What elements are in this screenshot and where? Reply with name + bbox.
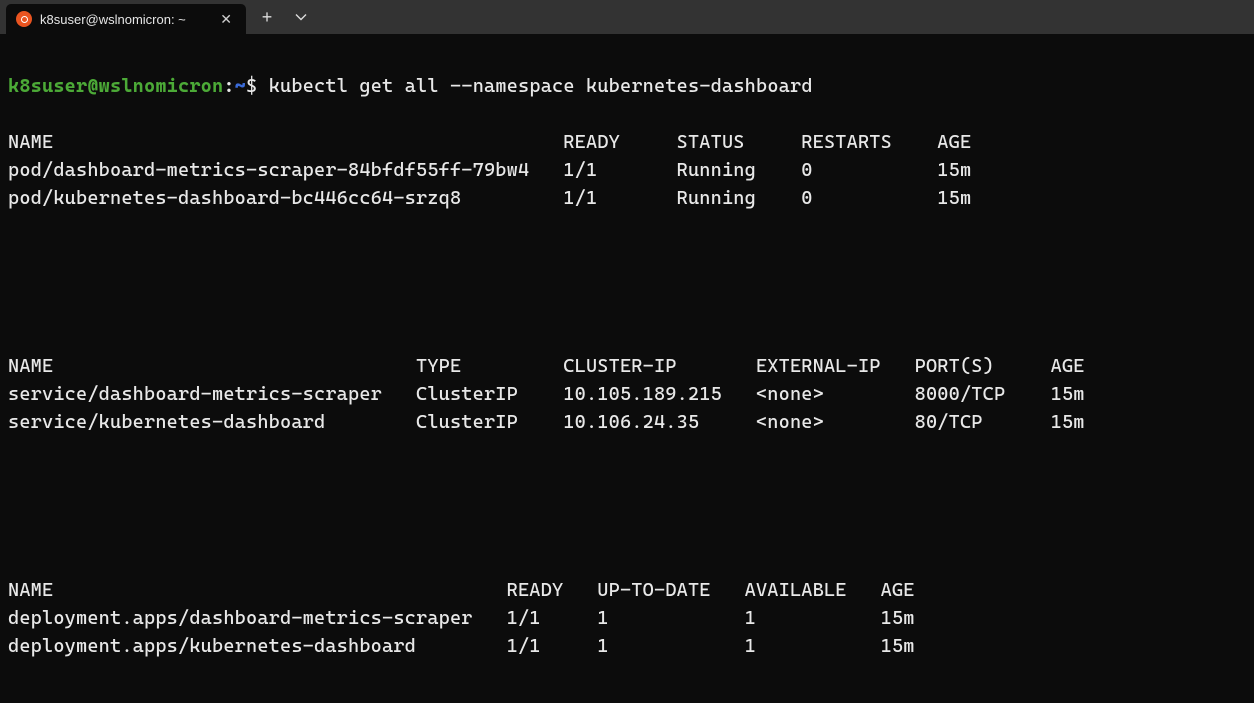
table-header: NAME TYPE CLUSTER-IP EXTERNAL-IP PORT(S)… [8,352,1246,380]
table-row: pod/dashboard-metrics-scraper-84bfdf55ff… [8,156,1246,184]
table-row: pod/kubernetes-dashboard-bc446cc64-srzq8… [8,184,1246,212]
output-deployments-table: NAME READY UP-TO-DATE AVAILABLE AGE depl… [8,576,1246,660]
ubuntu-icon [16,11,32,27]
command-text: kubectl get all --namespace kubernetes-d… [269,75,813,97]
table-row: service/dashboard-metrics-scraper Cluste… [8,380,1246,408]
tab-active[interactable]: k8suser@wslnomicron: ~ ✕ [6,4,246,34]
prompt-user-host: k8suser@wslnomicron [8,75,223,97]
title-bar: k8suser@wslnomicron: ~ ✕ + [0,0,1254,34]
table-row: deployment.apps/dashboard-metrics-scrape… [8,604,1246,632]
table-header: NAME READY UP-TO-DATE AVAILABLE AGE [8,576,1246,604]
chevron-down-icon [295,11,307,23]
new-tab-button[interactable]: + [250,0,284,34]
prompt-path: ~ [235,75,246,97]
table-row: deployment.apps/kubernetes-dashboard 1/1… [8,632,1246,660]
terminal-viewport[interactable]: k8suser@wslnomicron:~$ kubectl get all -… [0,34,1254,703]
table-header: NAME READY STATUS RESTARTS AGE [8,128,1246,156]
prompt-symbol: $ [246,75,257,97]
output-pods-table: NAME READY STATUS RESTARTS AGE pod/dashb… [8,128,1246,212]
close-icon[interactable]: ✕ [216,10,236,28]
prompt-line-1: k8suser@wslnomicron:~$ kubectl get all -… [8,72,1246,100]
table-row: service/kubernetes-dashboard ClusterIP 1… [8,408,1246,436]
tab-title: k8suser@wslnomicron: ~ [40,12,208,27]
output-services-table: NAME TYPE CLUSTER-IP EXTERNAL-IP PORT(S)… [8,352,1246,436]
tab-dropdown-button[interactable] [284,0,318,34]
